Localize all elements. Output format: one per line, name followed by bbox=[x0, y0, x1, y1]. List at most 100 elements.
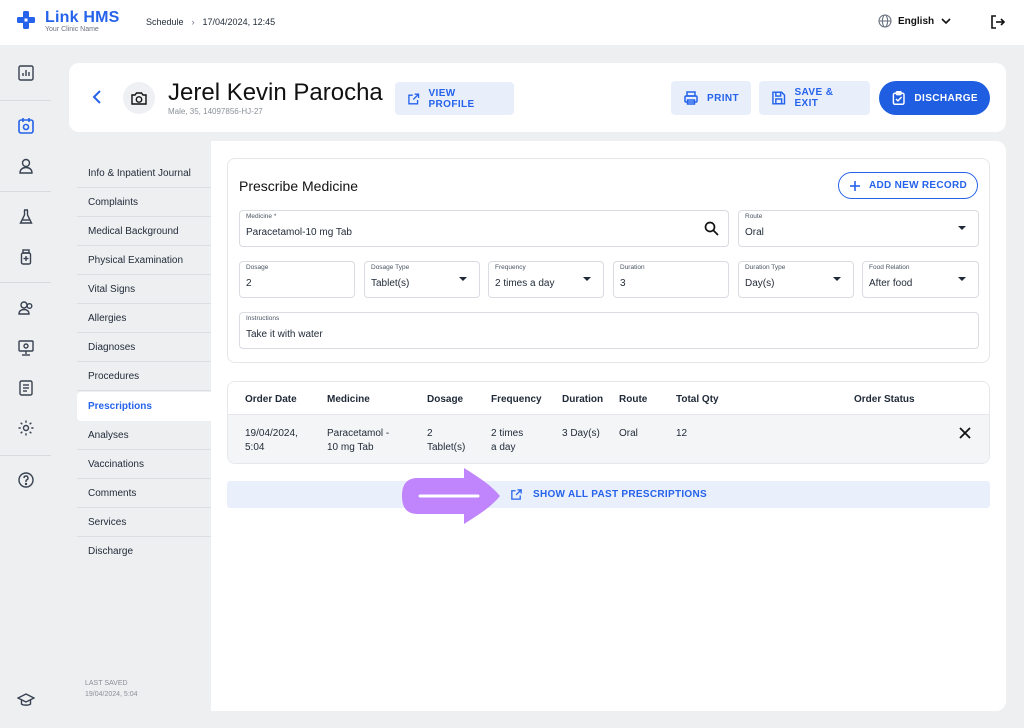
view-profile-button[interactable]: VIEW PROFILE bbox=[395, 82, 514, 115]
rail-divider bbox=[0, 282, 51, 283]
section-item[interactable]: Complaints bbox=[77, 188, 211, 217]
logout-icon[interactable] bbox=[989, 13, 1007, 31]
cell-total-qty: 12 bbox=[676, 428, 688, 439]
cell-line: a day bbox=[491, 442, 516, 453]
food-relation-label: Food Relation bbox=[869, 264, 910, 271]
table-row[interactable]: 19/04/2024, 5:04 Paracetamol - 10 mg Tab… bbox=[228, 415, 989, 463]
show-all-past-prescriptions-button[interactable]: SHOW ALL PAST PRESCRIPTIONS bbox=[227, 481, 990, 508]
user-icon bbox=[18, 158, 33, 174]
duration-type-select[interactable]: Duration Type Day(s) bbox=[738, 261, 854, 298]
food-relation-select[interactable]: Food Relation After food bbox=[862, 261, 979, 298]
users-icon bbox=[17, 301, 32, 315]
section-item[interactable]: Allergies bbox=[77, 304, 211, 333]
dosage-field[interactable]: Dosage 2 bbox=[239, 261, 355, 298]
discharge-button[interactable]: DISCHARGE bbox=[879, 81, 990, 115]
duration-type-label: Duration Type bbox=[745, 264, 786, 271]
section-item[interactable]: Comments bbox=[77, 479, 211, 508]
food-relation-value: After food bbox=[869, 278, 913, 289]
column-header: Duration bbox=[562, 394, 604, 405]
cell-line: Tablet(s) bbox=[427, 442, 466, 453]
camera-icon bbox=[131, 92, 147, 105]
rail-divider bbox=[0, 100, 51, 101]
duration-type-value: Day(s) bbox=[745, 278, 775, 289]
avatar[interactable] bbox=[123, 82, 155, 114]
section-item-active[interactable]: Prescriptions bbox=[77, 392, 212, 421]
cell-line: 2 times bbox=[491, 428, 524, 439]
route-select[interactable]: Route Oral bbox=[738, 210, 979, 247]
cell-frequency: 2 times a day bbox=[491, 427, 523, 455]
search-icon[interactable] bbox=[704, 221, 719, 236]
rail-dashboard[interactable] bbox=[0, 54, 51, 92]
cell-dosage: 2 Tablet(s) bbox=[427, 427, 465, 455]
column-header: Order Status bbox=[854, 394, 915, 405]
column-header: Dosage bbox=[427, 394, 464, 405]
gear-icon bbox=[18, 420, 33, 436]
rail-academy[interactable] bbox=[0, 681, 51, 719]
frequency-select[interactable]: Frequency 2 times a day bbox=[488, 261, 604, 298]
column-header: Medicine bbox=[327, 394, 370, 405]
brand-name[interactable]: Link HMS bbox=[45, 9, 120, 27]
instructions-value: Take it with water bbox=[246, 329, 323, 340]
rail-settings[interactable] bbox=[0, 409, 51, 447]
cell-order-date: 19/04/2024, 5:04 bbox=[245, 427, 298, 455]
column-header: Order Date bbox=[245, 394, 297, 405]
breadcrumb: Schedule › 17/04/2024, 12:45 bbox=[146, 17, 275, 27]
rail-help[interactable] bbox=[0, 461, 51, 499]
external-link-icon bbox=[511, 489, 522, 500]
add-new-record-button[interactable]: ADD NEW RECORD bbox=[838, 172, 978, 199]
dosage-value: 2 bbox=[246, 278, 252, 289]
save-icon bbox=[772, 91, 786, 105]
section-item[interactable]: Discharge bbox=[77, 537, 211, 566]
section-item[interactable]: Info & Inpatient Journal bbox=[77, 159, 211, 188]
duration-field[interactable]: Duration 3 bbox=[613, 261, 729, 298]
rail-divider bbox=[0, 455, 51, 456]
section-item[interactable]: Services bbox=[77, 508, 211, 537]
close-icon[interactable] bbox=[959, 427, 971, 439]
column-header: Frequency bbox=[491, 394, 542, 405]
clipboard-check-icon bbox=[892, 91, 905, 105]
dosage-type-select[interactable]: Dosage Type Tablet(s) bbox=[364, 261, 480, 298]
section-item[interactable]: Physical Examination bbox=[77, 246, 211, 275]
cell-line: 5:04 bbox=[245, 442, 265, 453]
prescribe-title: Prescribe Medicine bbox=[239, 178, 359, 194]
print-label: PRINT bbox=[707, 92, 739, 104]
medicine-value: Paracetamol-10 mg Tab bbox=[246, 227, 352, 238]
medicine-bottle-icon bbox=[20, 249, 31, 265]
patient-header: Jerel Kevin Parocha Male, 35, 14097856-H… bbox=[69, 63, 1006, 132]
rail-monitor[interactable] bbox=[0, 329, 51, 367]
cell-line: 2 bbox=[427, 428, 433, 439]
breadcrumb-separator: › bbox=[191, 17, 195, 27]
section-item[interactable]: Medical Background bbox=[77, 217, 211, 246]
print-button[interactable]: PRINT bbox=[671, 81, 751, 115]
view-profile-label: VIEW PROFILE bbox=[428, 87, 475, 110]
external-link-icon bbox=[408, 93, 420, 104]
rail-lab[interactable] bbox=[0, 198, 51, 236]
monitor-icon bbox=[17, 340, 34, 356]
caret-down-icon bbox=[583, 277, 591, 281]
route-value: Oral bbox=[745, 227, 764, 238]
chevron-down-icon bbox=[941, 18, 951, 25]
medicine-field[interactable]: Medicine * Paracetamol-10 mg Tab bbox=[239, 210, 729, 247]
section-item[interactable]: Vital Signs bbox=[77, 275, 211, 304]
rail-staff[interactable] bbox=[0, 289, 51, 327]
back-icon[interactable] bbox=[89, 88, 107, 106]
section-item[interactable]: Vaccinations bbox=[77, 450, 211, 479]
rail-patients[interactable] bbox=[0, 147, 51, 185]
section-item[interactable]: Procedures bbox=[77, 362, 211, 391]
rail-reports[interactable] bbox=[0, 369, 51, 407]
flask-icon bbox=[18, 209, 33, 224]
language-selector[interactable]: English bbox=[878, 14, 952, 28]
rail-schedule[interactable] bbox=[0, 107, 51, 145]
dosage-type-label: Dosage Type bbox=[371, 264, 410, 271]
help-icon bbox=[17, 472, 34, 488]
cell-line: Paracetamol - bbox=[327, 428, 390, 439]
instructions-field[interactable]: Instructions Take it with water bbox=[239, 312, 979, 349]
save-exit-button[interactable]: SAVE & EXIT bbox=[759, 81, 870, 115]
breadcrumb-section[interactable]: Schedule bbox=[146, 17, 184, 27]
caret-down-icon bbox=[958, 277, 966, 281]
rail-pharmacy[interactable] bbox=[0, 238, 51, 276]
cell-line: 10 mg Tab bbox=[327, 442, 374, 453]
section-item[interactable]: Diagnoses bbox=[77, 333, 211, 362]
document-icon bbox=[18, 380, 33, 396]
section-item[interactable]: Analyses bbox=[77, 421, 211, 450]
